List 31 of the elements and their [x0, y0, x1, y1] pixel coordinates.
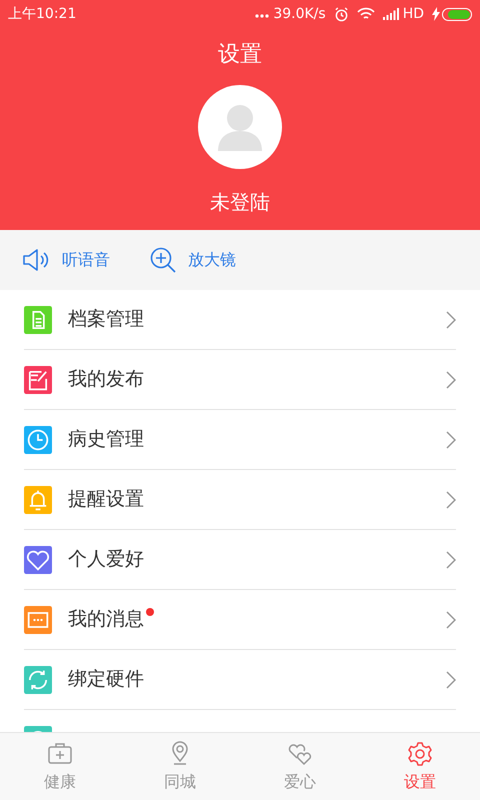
zoom-in-icon — [150, 247, 176, 273]
menu-item[interactable]: 绑定硬件 — [68, 665, 144, 694]
battery-icon — [442, 8, 472, 20]
menu-item[interactable]: 个人爱好 — [68, 545, 144, 574]
login-status[interactable]: 未登陆 — [0, 187, 480, 217]
chevron-right-icon — [446, 430, 456, 448]
alarm-icon — [334, 6, 349, 22]
menu-item[interactable]: 病史管理 — [68, 425, 144, 454]
page-title: 设置 — [217, 41, 263, 69]
chevron-right-icon — [446, 490, 456, 508]
chevron-right-icon — [446, 310, 456, 328]
network-type: HD — [402, 4, 424, 24]
menu-item[interactable]: 我的发布 — [68, 365, 144, 394]
menu-item[interactable]: 提醒设置 — [68, 485, 144, 514]
menu-item[interactable]: 我的消息 — [68, 605, 144, 634]
signal-icon — [382, 8, 399, 20]
menu-item[interactable]: 档案管理 — [68, 305, 144, 334]
dots-icon — [255, 14, 270, 18]
chevron-right-icon — [446, 610, 456, 628]
charging-icon — [432, 7, 440, 21]
status-time: 上午10:21 — [8, 4, 76, 24]
avatar-icon[interactable] — [198, 85, 282, 169]
settings-icon — [406, 740, 434, 768]
tool-link[interactable]: 听语音 — [62, 248, 110, 272]
chevron-right-icon — [446, 370, 456, 388]
tool-link[interactable]: 放大镜 — [188, 248, 236, 272]
network-speed: 39.0K/s — [273, 4, 326, 24]
speaker-icon — [22, 248, 50, 272]
wifi-icon — [356, 7, 375, 21]
chevron-right-icon — [446, 670, 456, 688]
chevron-right-icon — [446, 550, 456, 568]
